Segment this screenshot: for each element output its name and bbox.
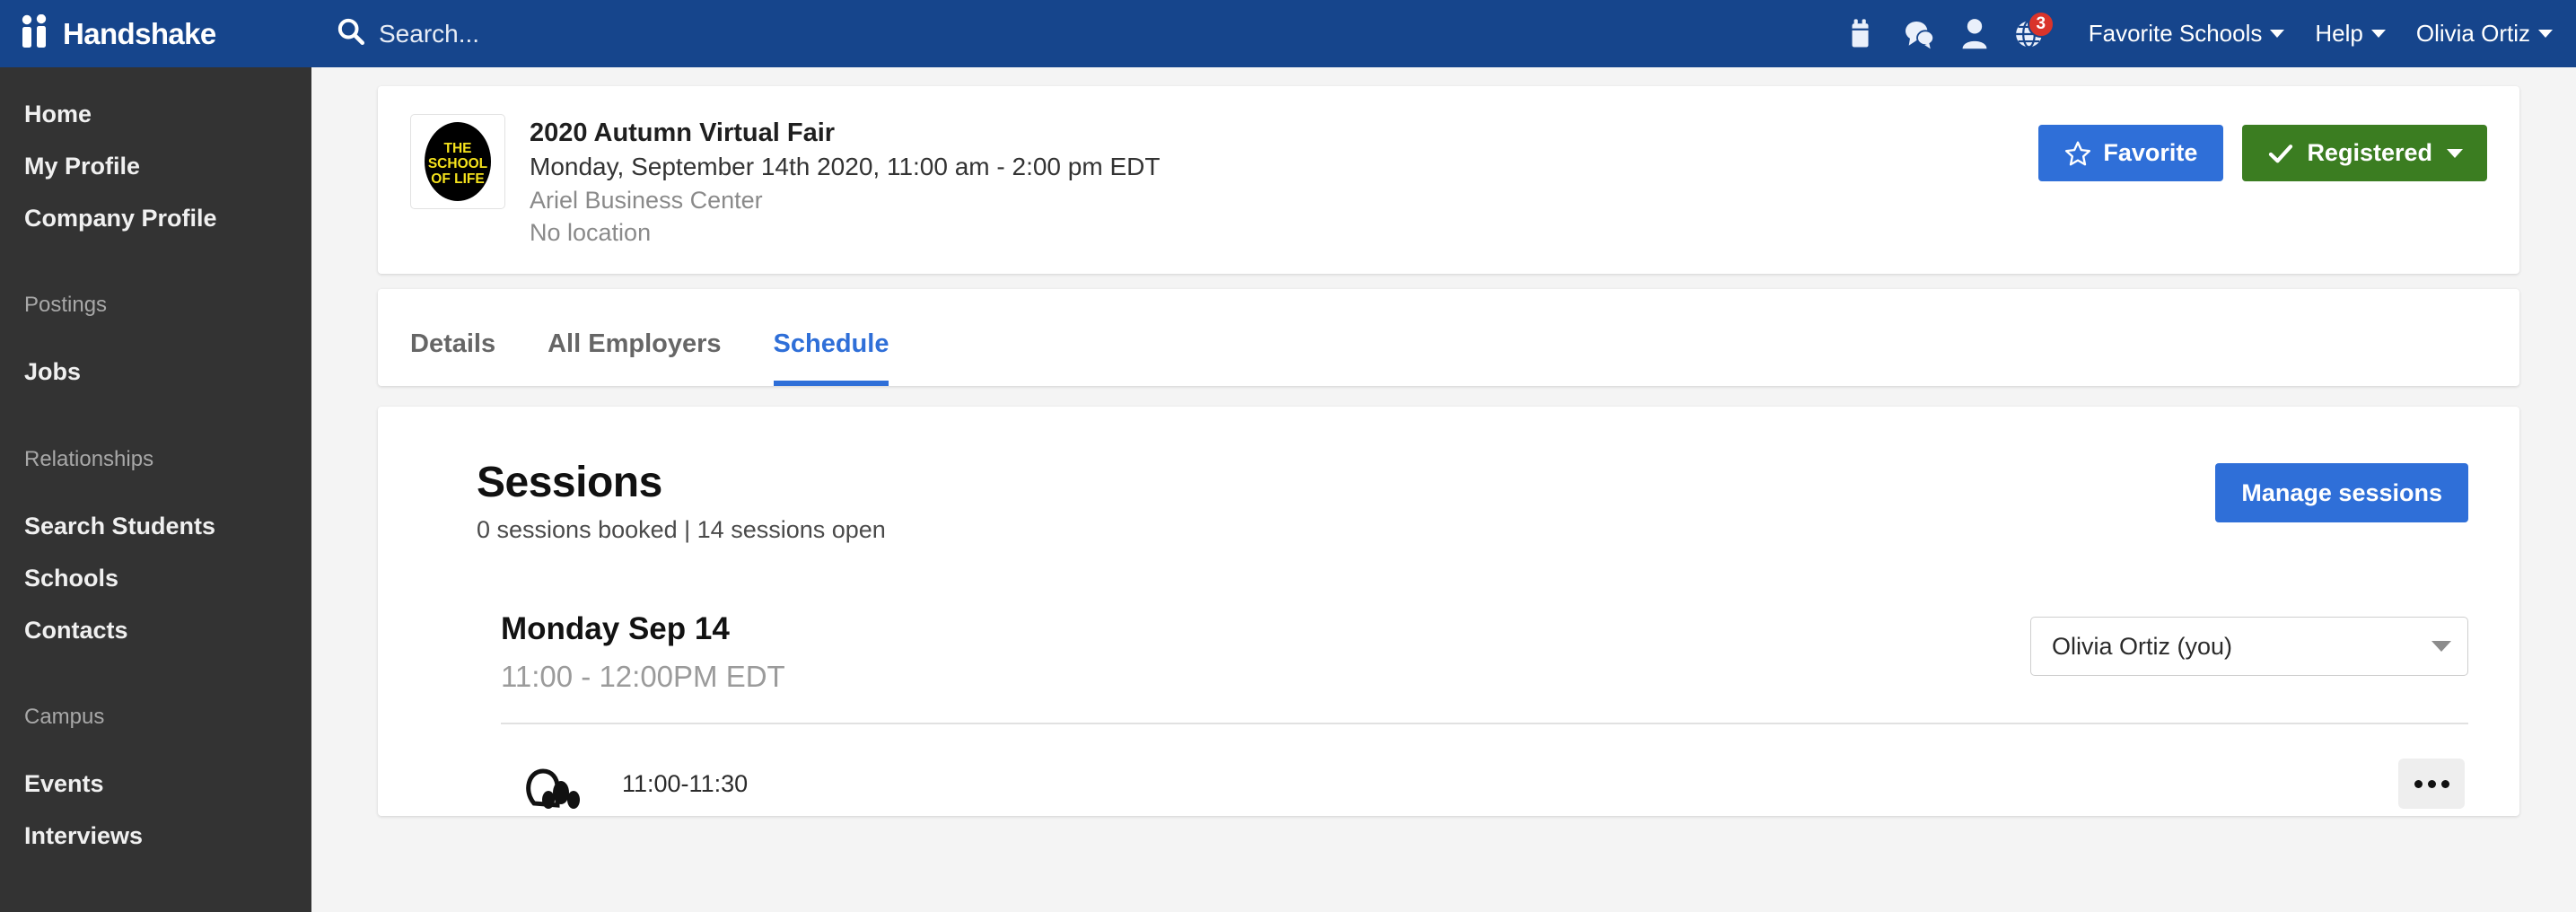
event-organizer: Ariel Business Center: [530, 186, 763, 214]
messages-icon[interactable]: [1891, 11, 1947, 57]
sessions-title-group: Sessions 0 sessions booked | 14 sessions…: [477, 458, 886, 544]
chevron-down-icon: [2431, 641, 2451, 653]
session-owner-select-value: Olivia Ortiz (you): [2052, 632, 2233, 660]
company-avatar-icon: [525, 751, 590, 816]
main-content: THE SCHOOL OF LIFE 2020 Autumn Virtual F…: [311, 67, 2576, 912]
nav-user-menu[interactable]: Olivia Ortiz: [2416, 20, 2553, 48]
sidebar-item-jobs[interactable]: Jobs: [0, 346, 311, 399]
sidebar-heading-relationships: Relationships: [24, 447, 154, 471]
event-meta: 2020 Autumn Virtual Fair Monday, Septemb…: [530, 114, 1160, 249]
global-search[interactable]: [336, 0, 881, 67]
session-owner-select[interactable]: Olivia Ortiz (you): [2030, 617, 2468, 677]
registered-button[interactable]: Registered: [2242, 125, 2487, 181]
globe-icon[interactable]: 3: [2002, 10, 2058, 57]
sessions-summary: 0 sessions booked | 14 sessions open: [477, 516, 886, 544]
sidebar-item-company-profile[interactable]: Company Profile: [0, 193, 311, 245]
session-day-header: Monday Sep 14 11:00 - 12:00PM EDT Olivia…: [501, 611, 2468, 694]
sidebar-heading-postings: Postings: [24, 293, 108, 318]
brand-name: Handshake: [63, 16, 216, 50]
sidebar-item-home[interactable]: Home: [0, 89, 311, 141]
session-day-titles: Monday Sep 14 11:00 - 12:00PM EDT: [501, 611, 785, 694]
sidebar-item-events[interactable]: Events: [0, 759, 311, 811]
manage-sessions-button[interactable]: Manage sessions: [2215, 463, 2468, 523]
nav-help[interactable]: Help: [2315, 20, 2386, 48]
svg-text:THE: THE: [444, 141, 472, 156]
chevron-down-icon: [2538, 30, 2553, 38]
tab-all-employers[interactable]: All Employers: [548, 329, 721, 386]
session-slot-row[interactable]: 11:00-11:30: [501, 724, 2468, 816]
sidebar-heading-campus: Campus: [24, 705, 105, 730]
chevron-down-icon: [2370, 30, 2386, 38]
sidebar-item-my-profile[interactable]: My Profile: [0, 141, 311, 193]
chevron-down-icon: [2270, 30, 2285, 38]
sidebar-item-search-students[interactable]: Search Students: [0, 501, 311, 553]
event-title: 2020 Autumn Virtual Fair: [530, 118, 836, 147]
kebab-dot: [2427, 779, 2436, 788]
sidebar-item-interviews[interactable]: Interviews: [0, 811, 311, 863]
kebab-dot: [2440, 779, 2449, 788]
event-action-buttons: Favorite Registered: [2038, 114, 2487, 181]
nav-favorite-schools-label: Favorite Schools: [2088, 20, 2263, 47]
tab-schedule[interactable]: Schedule: [773, 329, 889, 387]
chevron-down-icon: [2447, 148, 2463, 158]
event-tabs: Details All Employers Schedule: [410, 289, 2487, 387]
session-day-time-range: 11:00 - 12:00PM EDT: [501, 660, 785, 694]
sidebar-item-contacts[interactable]: Contacts: [0, 605, 311, 657]
favorite-button[interactable]: Favorite: [2038, 125, 2224, 181]
nav-favorite-schools[interactable]: Favorite Schools: [2089, 20, 2285, 48]
globe-notification-badge: 3: [2027, 10, 2055, 38]
kebab-menu-icon[interactable]: [2398, 759, 2465, 810]
kebab-dot: [2414, 779, 2423, 788]
session-owner-select-wrap: Olivia Ortiz (you): [2030, 617, 2468, 677]
registered-button-label: Registered: [2307, 139, 2432, 166]
favorite-button-label: Favorite: [2103, 139, 2198, 166]
sidebar-item-schools[interactable]: Schools: [0, 553, 311, 605]
event-header-card: THE SCHOOL OF LIFE 2020 Autumn Virtual F…: [378, 86, 2519, 275]
event-datetime: Monday, September 14th 2020, 11:00 am - …: [530, 153, 1161, 181]
school-of-life-logo-icon: THE SCHOOL OF LIFE: [425, 122, 491, 201]
calendar-icon[interactable]: [1836, 11, 1891, 57]
session-day-block: Monday Sep 14 11:00 - 12:00PM EDT Olivia…: [477, 611, 2468, 816]
sessions-card: Sessions 0 sessions booked | 14 sessions…: [378, 407, 2519, 817]
session-day-title: Monday Sep 14: [501, 611, 730, 647]
brand-logo[interactable]: Handshake: [0, 0, 311, 67]
person-icon[interactable]: [1947, 11, 2002, 57]
session-slot-time: 11:00-11:30: [622, 769, 749, 797]
check-icon: [2266, 140, 2295, 167]
event-tabs-card: Details All Employers Schedule: [378, 289, 2519, 387]
svg-text:OF LIFE: OF LIFE: [431, 171, 484, 187]
nav-user-label: Olivia Ortiz: [2415, 20, 2530, 47]
tab-details[interactable]: Details: [410, 329, 495, 386]
handshake-people-logo-icon: [20, 13, 56, 53]
sidebar: Home My Profile Company Profile Postings…: [0, 67, 311, 912]
page-title: Sessions: [477, 459, 662, 507]
event-location: No location: [530, 218, 652, 246]
top-navigation-bar: Handshake Search... 3 Favorite Schools H…: [0, 0, 2576, 67]
nav-right-cluster: 3 Favorite Schools Help Olivia Ortiz: [1836, 0, 2576, 67]
svg-text:SCHOOL: SCHOOL: [428, 156, 487, 171]
sessions-header: Sessions 0 sessions booked | 14 sessions…: [477, 458, 2468, 544]
search-icon: [336, 16, 366, 51]
star-outline-icon: [2064, 140, 2091, 167]
search-input[interactable]: [379, 19, 881, 48]
nav-help-label: Help: [2315, 20, 2363, 47]
event-logo: THE SCHOOL OF LIFE: [410, 114, 505, 209]
